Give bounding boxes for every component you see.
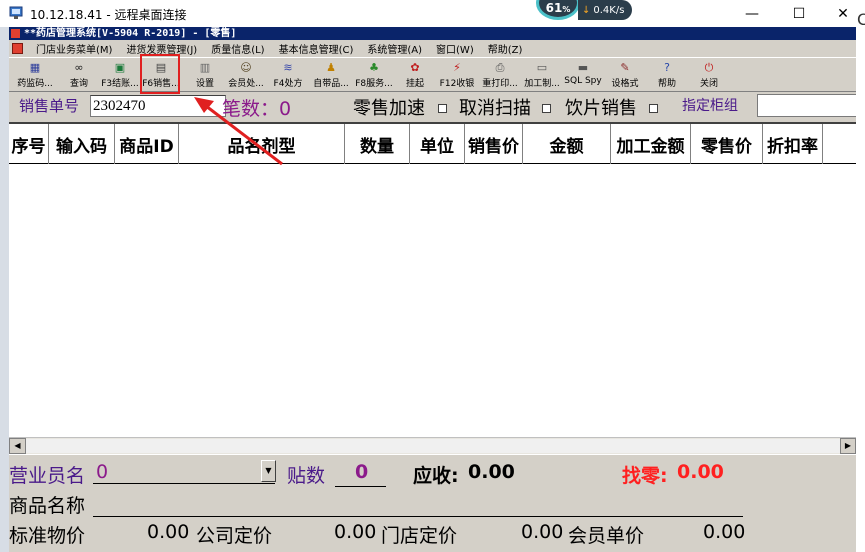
annotation-arrow — [194, 97, 283, 166]
screen: { "rdp": { "title": "10.12.18.41 - 远程桌面连… — [0, 0, 865, 552]
